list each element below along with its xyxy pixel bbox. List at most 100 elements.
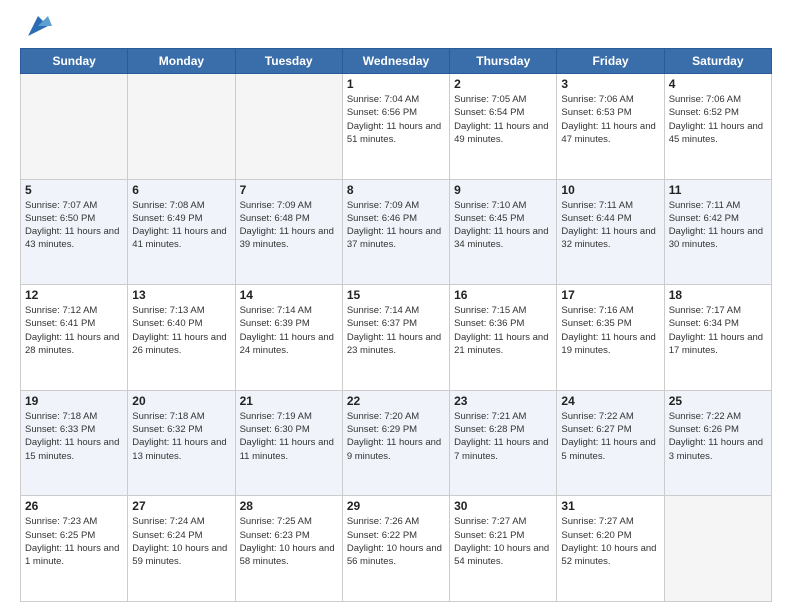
calendar-cell: 5 Sunrise: 7:07 AM Sunset: 6:50 PM Daylig… — [21, 179, 128, 285]
calendar-cell: 22 Sunrise: 7:20 AM Sunset: 6:29 PM Dayli… — [342, 390, 449, 496]
day-info: Sunrise: 7:14 AM Sunset: 6:37 PM Dayligh… — [347, 304, 445, 357]
day-number: 10 — [561, 183, 659, 197]
calendar-cell: 19Sunrise: 7:18 AM Sunset: 6:33 PM Dayli… — [21, 390, 128, 496]
day-number: 28 — [240, 499, 338, 513]
day-number: 26 — [25, 499, 123, 513]
calendar-cell: 27 Sunrise: 7:24 AM Sunset: 6:24 PM Dayli… — [128, 496, 235, 602]
day-info: Sunrise: 7:18 AM Sunset: 6:32 PM Dayligh… — [132, 410, 230, 463]
calendar-cell: 23Sunrise: 7:21 AM Sunset: 6:28 PM Dayli… — [450, 390, 557, 496]
calendar-cell: 10Sunrise: 7:11 AM Sunset: 6:44 PM Dayli… — [557, 179, 664, 285]
day-number: 8 — [347, 183, 445, 197]
day-header-friday: Friday — [557, 49, 664, 74]
calendar-cell: 25 Sunrise: 7:22 AM Sunset: 6:26 PM Dayli… — [664, 390, 771, 496]
day-info: Sunrise: 7:06 AM Sunset: 6:52 PM Dayligh… — [669, 93, 767, 146]
calendar-cell: 16 Sunrise: 7:15 AM Sunset: 6:36 PM Dayli… — [450, 285, 557, 391]
day-number: 15 — [347, 288, 445, 302]
page: SundayMondayTuesdayWednesdayThursdayFrid… — [0, 0, 792, 612]
day-number: 25 — [669, 394, 767, 408]
day-number: 3 — [561, 77, 659, 91]
day-header-wednesday: Wednesday — [342, 49, 449, 74]
day-info: Sunrise: 7:10 AM Sunset: 6:45 PM Dayligh… — [454, 199, 552, 252]
day-info: Sunrise: 7:22 AM Sunset: 6:27 PM Dayligh… — [561, 410, 659, 463]
calendar-cell — [128, 74, 235, 180]
day-header-thursday: Thursday — [450, 49, 557, 74]
day-number: 14 — [240, 288, 338, 302]
calendar-cell: 7 Sunrise: 7:09 AM Sunset: 6:48 PM Daylig… — [235, 179, 342, 285]
calendar-cell: 31 Sunrise: 7:27 AM Sunset: 6:20 PM Dayli… — [557, 496, 664, 602]
day-info: Sunrise: 7:06 AM Sunset: 6:53 PM Dayligh… — [561, 93, 659, 146]
day-number: 9 — [454, 183, 552, 197]
day-number: 23 — [454, 394, 552, 408]
calendar-week-row: 12Sunrise: 7:12 AM Sunset: 6:41 PM Dayli… — [21, 285, 772, 391]
calendar-cell: 8 Sunrise: 7:09 AM Sunset: 6:46 PM Daylig… — [342, 179, 449, 285]
day-info: Sunrise: 7:27 AM Sunset: 6:21 PM Dayligh… — [454, 515, 552, 568]
day-number: 22 — [347, 394, 445, 408]
calendar-cell: 29 Sunrise: 7:26 AM Sunset: 6:22 PM Dayli… — [342, 496, 449, 602]
calendar-table: SundayMondayTuesdayWednesdayThursdayFrid… — [20, 48, 772, 602]
day-number: 6 — [132, 183, 230, 197]
calendar-cell: 24 Sunrise: 7:22 AM Sunset: 6:27 PM Dayli… — [557, 390, 664, 496]
day-info: Sunrise: 7:16 AM Sunset: 6:35 PM Dayligh… — [561, 304, 659, 357]
day-info: Sunrise: 7:25 AM Sunset: 6:23 PM Dayligh… — [240, 515, 338, 568]
calendar-cell: 30 Sunrise: 7:27 AM Sunset: 6:21 PM Dayli… — [450, 496, 557, 602]
day-info: Sunrise: 7:15 AM Sunset: 6:36 PM Dayligh… — [454, 304, 552, 357]
day-number: 13 — [132, 288, 230, 302]
day-number: 27 — [132, 499, 230, 513]
day-info: Sunrise: 7:19 AM Sunset: 6:30 PM Dayligh… — [240, 410, 338, 463]
day-info: Sunrise: 7:22 AM Sunset: 6:26 PM Dayligh… — [669, 410, 767, 463]
day-number: 1 — [347, 77, 445, 91]
day-info: Sunrise: 7:13 AM Sunset: 6:40 PM Dayligh… — [132, 304, 230, 357]
day-info: Sunrise: 7:23 AM Sunset: 6:25 PM Dayligh… — [25, 515, 123, 568]
day-info: Sunrise: 7:11 AM Sunset: 6:42 PM Dayligh… — [669, 199, 767, 252]
day-info: Sunrise: 7:07 AM Sunset: 6:50 PM Dayligh… — [25, 199, 123, 252]
day-number: 24 — [561, 394, 659, 408]
calendar-cell: 3 Sunrise: 7:06 AM Sunset: 6:53 PM Daylig… — [557, 74, 664, 180]
calendar-cell: 20Sunrise: 7:18 AM Sunset: 6:32 PM Dayli… — [128, 390, 235, 496]
calendar-week-row: 1 Sunrise: 7:04 AM Sunset: 6:56 PM Daylig… — [21, 74, 772, 180]
calendar-cell: 2 Sunrise: 7:05 AM Sunset: 6:54 PM Daylig… — [450, 74, 557, 180]
calendar-cell: 14Sunrise: 7:14 AM Sunset: 6:39 PM Dayli… — [235, 285, 342, 391]
calendar-cell: 21 Sunrise: 7:19 AM Sunset: 6:30 PM Dayli… — [235, 390, 342, 496]
day-number: 4 — [669, 77, 767, 91]
calendar-header-row: SundayMondayTuesdayWednesdayThursdayFrid… — [21, 49, 772, 74]
day-number: 30 — [454, 499, 552, 513]
day-info: Sunrise: 7:20 AM Sunset: 6:29 PM Dayligh… — [347, 410, 445, 463]
day-number: 18 — [669, 288, 767, 302]
day-info: Sunrise: 7:18 AM Sunset: 6:33 PM Dayligh… — [25, 410, 123, 463]
calendar-cell: 11 Sunrise: 7:11 AM Sunset: 6:42 PM Dayli… — [664, 179, 771, 285]
calendar-cell: 17 Sunrise: 7:16 AM Sunset: 6:35 PM Dayli… — [557, 285, 664, 391]
day-header-tuesday: Tuesday — [235, 49, 342, 74]
calendar-week-row: 26 Sunrise: 7:23 AM Sunset: 6:25 PM Dayli… — [21, 496, 772, 602]
calendar-cell — [235, 74, 342, 180]
day-number: 21 — [240, 394, 338, 408]
day-info: Sunrise: 7:05 AM Sunset: 6:54 PM Dayligh… — [454, 93, 552, 146]
day-number: 7 — [240, 183, 338, 197]
day-info: Sunrise: 7:04 AM Sunset: 6:56 PM Dayligh… — [347, 93, 445, 146]
calendar-cell: 9 Sunrise: 7:10 AM Sunset: 6:45 PM Daylig… — [450, 179, 557, 285]
day-number: 12 — [25, 288, 123, 302]
day-number: 17 — [561, 288, 659, 302]
day-info: Sunrise: 7:26 AM Sunset: 6:22 PM Dayligh… — [347, 515, 445, 568]
day-info: Sunrise: 7:27 AM Sunset: 6:20 PM Dayligh… — [561, 515, 659, 568]
day-number: 16 — [454, 288, 552, 302]
calendar-cell: 1 Sunrise: 7:04 AM Sunset: 6:56 PM Daylig… — [342, 74, 449, 180]
logo-icon — [24, 12, 52, 40]
calendar-cell: 15 Sunrise: 7:14 AM Sunset: 6:37 PM Dayli… — [342, 285, 449, 391]
day-header-saturday: Saturday — [664, 49, 771, 74]
day-number: 5 — [25, 183, 123, 197]
day-info: Sunrise: 7:09 AM Sunset: 6:46 PM Dayligh… — [347, 199, 445, 252]
header — [20, 16, 772, 40]
day-header-monday: Monday — [128, 49, 235, 74]
day-number: 2 — [454, 77, 552, 91]
calendar-week-row: 19Sunrise: 7:18 AM Sunset: 6:33 PM Dayli… — [21, 390, 772, 496]
calendar-cell: 4 Sunrise: 7:06 AM Sunset: 6:52 PM Daylig… — [664, 74, 771, 180]
calendar-cell — [21, 74, 128, 180]
day-number: 29 — [347, 499, 445, 513]
calendar-week-row: 5 Sunrise: 7:07 AM Sunset: 6:50 PM Daylig… — [21, 179, 772, 285]
calendar-cell: 6Sunrise: 7:08 AM Sunset: 6:49 PM Daylig… — [128, 179, 235, 285]
day-info: Sunrise: 7:09 AM Sunset: 6:48 PM Dayligh… — [240, 199, 338, 252]
day-number: 11 — [669, 183, 767, 197]
calendar-cell: 13 Sunrise: 7:13 AM Sunset: 6:40 PM Dayli… — [128, 285, 235, 391]
day-info: Sunrise: 7:24 AM Sunset: 6:24 PM Dayligh… — [132, 515, 230, 568]
day-number: 31 — [561, 499, 659, 513]
